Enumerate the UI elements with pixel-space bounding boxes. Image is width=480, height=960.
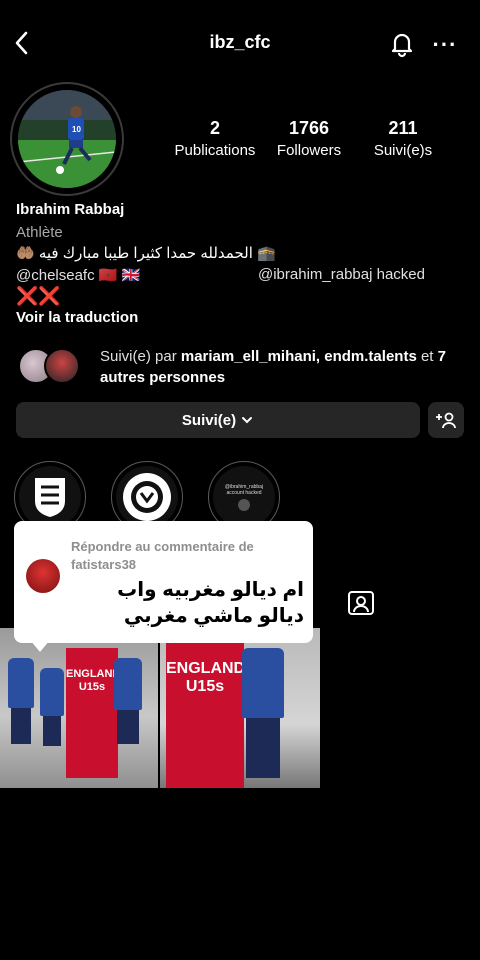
bell-icon[interactable] bbox=[388, 30, 416, 58]
popup-tail bbox=[30, 640, 50, 652]
following-button-label: Suivi(e) bbox=[181, 411, 237, 429]
add-user-button[interactable] bbox=[428, 402, 464, 438]
stat-following-label: Suivi(e)s bbox=[373, 142, 433, 159]
post-1-banner: ENGLAND U15s bbox=[66, 648, 120, 778]
stat-publications-label: Publications bbox=[174, 142, 256, 159]
profile-category: Athlète bbox=[16, 224, 63, 241]
profile-name: Ibrahim Rabbaj bbox=[16, 201, 125, 218]
mutual-names: mariam_ell_mihani, endm.talents bbox=[180, 348, 417, 365]
mutual-middle: et bbox=[416, 348, 438, 365]
bio-line: 🤲🏽 الحمدلله حمدا كثيرا طيبا مبارك فيه 🕋 bbox=[16, 245, 276, 262]
stat-publications-value: 2 bbox=[209, 118, 220, 138]
england-crest-icon bbox=[35, 478, 65, 517]
bio-mention-hacked[interactable]: @ibrahim_rabbaj hacked bbox=[258, 266, 425, 283]
reply-header: Répondre au commentaire de fatistars38 bbox=[71, 539, 254, 572]
comment-text: ام ديالو مغربيه واب ديالو ماشي مغربي bbox=[117, 579, 304, 627]
post-2-banner: ENGLAND U15s bbox=[166, 642, 245, 788]
following-button[interactable]: Suivi(e) bbox=[16, 402, 420, 438]
post-thumbnail-2[interactable]: ENGLAND U15s bbox=[160, 628, 320, 788]
stat-followers-value: 1766 bbox=[288, 118, 330, 138]
chevron-down-icon bbox=[242, 417, 253, 424]
stat-following-value: 211 bbox=[388, 118, 418, 138]
highlight-account-text: @ibrahim_rabbaj account hacked bbox=[224, 483, 264, 496]
svg-text:10: 10 bbox=[72, 125, 81, 134]
germany-crest-icon bbox=[123, 473, 171, 521]
mutual-followers[interactable]: Suivi(e) par mariam_ell_mihani, endm.tal… bbox=[100, 346, 470, 388]
add-user-icon bbox=[436, 412, 456, 429]
bio-mention-chelsea[interactable]: @chelseafc 🇲🇦 🇬🇧 bbox=[16, 266, 140, 284]
stat-following[interactable]: 211 Suivi(e)s bbox=[353, 118, 453, 159]
mutual-prefix: Suivi(e) par bbox=[100, 348, 181, 365]
tagged-posts-icon[interactable] bbox=[347, 590, 375, 616]
mutual-avatar-2 bbox=[44, 348, 80, 384]
stat-followers-label: Followers bbox=[276, 142, 342, 159]
reply-comment-popup[interactable]: Répondre au commentaire de fatistars38 ا… bbox=[14, 521, 313, 643]
commenter-avatar bbox=[26, 559, 60, 593]
translate-link[interactable]: Voir la traduction bbox=[16, 309, 138, 326]
bio-cross-marks: ❌❌ bbox=[16, 286, 61, 306]
more-options-icon[interactable]: ··· bbox=[432, 32, 458, 57]
stat-publications[interactable]: 2 Publications bbox=[165, 118, 265, 159]
profile-avatar[interactable]: 10 bbox=[18, 90, 116, 188]
stat-followers[interactable]: 1766 Followers bbox=[259, 118, 359, 159]
post-thumbnail-1[interactable]: ENGLAND U15s bbox=[0, 628, 158, 788]
